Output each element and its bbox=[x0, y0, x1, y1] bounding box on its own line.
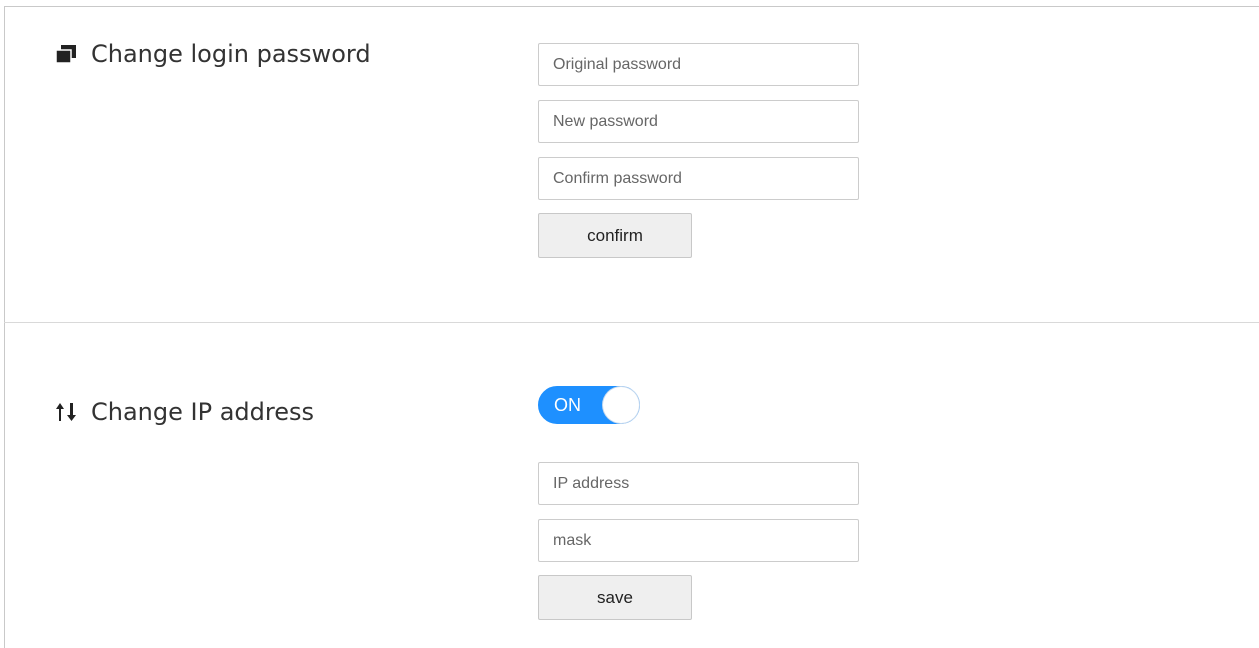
password-section-title-text: Change login password bbox=[91, 40, 371, 68]
toggle-knob bbox=[603, 387, 639, 423]
ip-address-input[interactable] bbox=[538, 462, 859, 505]
window-stack-icon bbox=[55, 43, 77, 65]
confirm-button[interactable]: confirm bbox=[538, 213, 692, 258]
save-button[interactable]: save bbox=[538, 575, 692, 620]
ip-change-toggle[interactable]: ON bbox=[538, 386, 640, 424]
arrows-up-down-icon bbox=[55, 401, 77, 423]
ip-section-title: Change IP address bbox=[55, 398, 314, 426]
ip-section-title-text: Change IP address bbox=[91, 398, 314, 426]
mask-input[interactable] bbox=[538, 519, 859, 562]
section-divider bbox=[4, 322, 1259, 323]
original-password-input[interactable] bbox=[538, 43, 859, 86]
toggle-label: ON bbox=[554, 395, 581, 415]
new-password-input[interactable] bbox=[538, 100, 859, 143]
password-section-title: Change login password bbox=[55, 40, 371, 68]
confirm-password-input[interactable] bbox=[538, 157, 859, 200]
